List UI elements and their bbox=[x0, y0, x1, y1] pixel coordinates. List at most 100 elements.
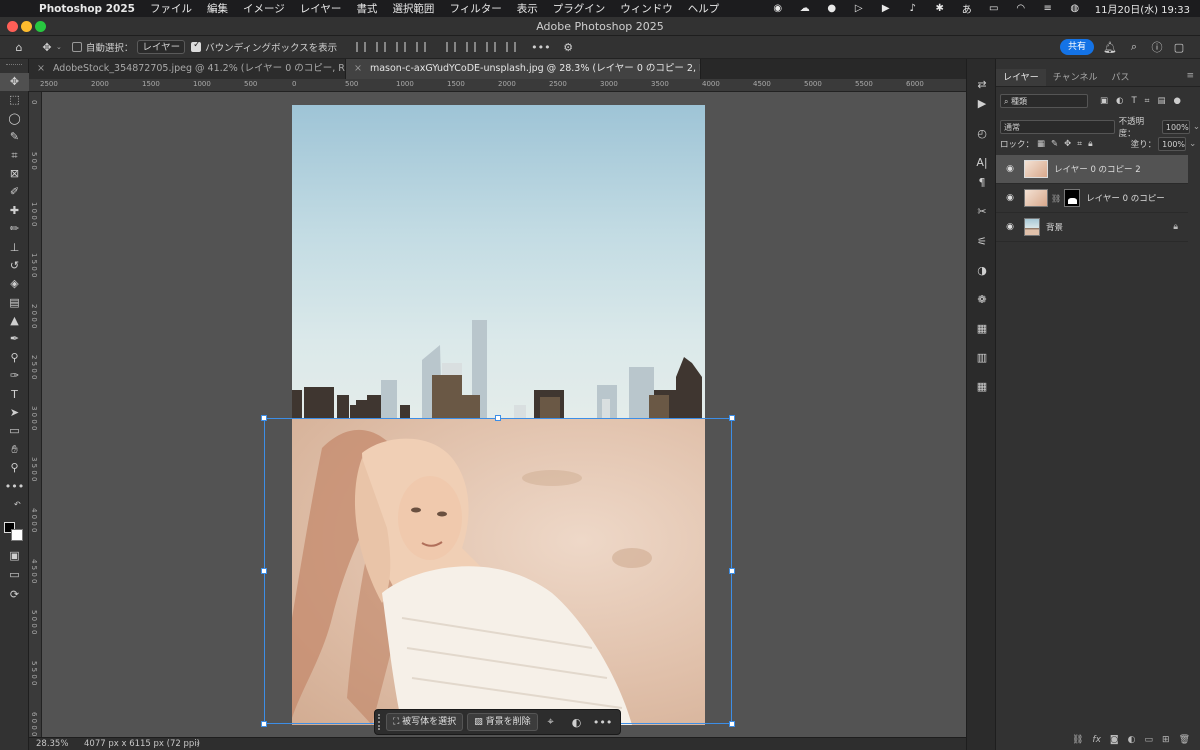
close-tab-icon[interactable]: × bbox=[37, 63, 45, 74]
lock-artboard-icon[interactable]: ⌗ bbox=[1077, 139, 1082, 149]
auto-select-checkbox[interactable] bbox=[71, 42, 82, 52]
clock[interactable]: 11月20日(水) 19:33 bbox=[1095, 1, 1190, 16]
blur-tool-icon[interactable]: ▲ bbox=[0, 312, 29, 330]
color-panel-icon[interactable]: ◑ bbox=[974, 263, 990, 279]
eyedropper-tool-icon[interactable]: ✐ bbox=[0, 183, 29, 201]
swatches-panel-icon[interactable]: ❁ bbox=[974, 292, 990, 308]
visibility-eye-icon[interactable]: ◉ bbox=[1002, 222, 1018, 232]
lock-transparent-icon[interactable]: ▦ bbox=[1037, 139, 1045, 149]
gradients-panel-icon[interactable]: ▥ bbox=[974, 350, 990, 366]
delete-layer-icon[interactable]: 🗑︎ bbox=[1179, 735, 1190, 750]
brave-icon[interactable]: ▷ bbox=[852, 3, 866, 14]
tab-channels[interactable]: チャンネル bbox=[1046, 69, 1105, 86]
transform-handle[interactable] bbox=[729, 568, 735, 574]
document-tab-2[interactable]: × mason-c-axGYudYCoDE-unsplash.jpg @ 28.3… bbox=[346, 59, 701, 79]
lock-icon[interactable]: 🔒︎ bbox=[1173, 222, 1178, 232]
layer-style-icon[interactable]: fx bbox=[1092, 735, 1101, 750]
transform-icon[interactable]: ⌖ bbox=[538, 715, 564, 729]
wifi-icon[interactable]: ◠ bbox=[1014, 3, 1028, 14]
layer-mask-thumbnail[interactable] bbox=[1064, 189, 1081, 207]
menu-edit[interactable]: 編集 bbox=[207, 1, 228, 16]
filter-smart-object-icon[interactable]: ▤ bbox=[1157, 96, 1165, 106]
distribute-vertical-icon[interactable] bbox=[506, 42, 517, 52]
mask-link-icon[interactable]: ⛓ bbox=[1051, 194, 1061, 203]
pen-tool-icon[interactable]: ✑ bbox=[0, 367, 29, 385]
blend-mode-dropdown[interactable]: 通常 bbox=[1000, 120, 1115, 134]
menu-layer[interactable]: レイヤー bbox=[300, 1, 342, 16]
transform-handle[interactable] bbox=[729, 415, 735, 421]
select-subject-button[interactable]: ⛶ 被写体を選択 bbox=[386, 713, 464, 731]
toolbar-grip[interactable] bbox=[6, 64, 22, 67]
edit-toolbar-icon[interactable]: ••• bbox=[0, 478, 29, 496]
quick-selection-tool-icon[interactable]: ✎ bbox=[0, 128, 29, 146]
align-bottom-icon[interactable] bbox=[486, 42, 497, 52]
path-selection-tool-icon[interactable]: ➤ bbox=[0, 404, 29, 422]
filter-pixel-icon[interactable]: ▣ bbox=[1100, 96, 1108, 106]
adjustments-panel-icon[interactable]: ⚟ bbox=[974, 234, 990, 250]
adjustment-layer-icon[interactable]: ◐ bbox=[1128, 735, 1136, 750]
tab-paths[interactable]: パス bbox=[1104, 69, 1136, 86]
app-menu[interactable]: Photoshop 2025 bbox=[39, 3, 135, 15]
rectangle-tool-icon[interactable]: ▭ bbox=[0, 422, 29, 440]
history-brush-tool-icon[interactable]: ↺ bbox=[0, 257, 29, 275]
filter-shape-icon[interactable]: ⌗ bbox=[1145, 96, 1150, 106]
add-mask-icon[interactable]: ◙ bbox=[1110, 735, 1119, 750]
chevron-down-icon[interactable]: ⌄ bbox=[1193, 122, 1200, 132]
layer-name[interactable]: レイヤー 0 のコピー 2 bbox=[1054, 163, 1141, 175]
distribute-icon[interactable] bbox=[416, 42, 427, 52]
tab-layers[interactable]: レイヤー bbox=[996, 69, 1046, 86]
cloud-icon[interactable]: ☁ bbox=[798, 3, 812, 14]
move-tool-preset-icon[interactable]: ✥ bbox=[38, 41, 56, 54]
quick-mask-icon[interactable]: ▣ bbox=[0, 547, 29, 565]
patterns-panel-icon[interactable]: ▦ bbox=[974, 321, 990, 337]
menu-plugins[interactable]: プラグイン bbox=[553, 1, 606, 16]
actions-panel-icon[interactable]: ▶ bbox=[974, 96, 990, 112]
transform-handle[interactable] bbox=[495, 415, 501, 421]
visibility-eye-icon[interactable]: ◉ bbox=[1002, 164, 1018, 174]
menu-type[interactable]: 書式 bbox=[356, 1, 377, 16]
layer-name[interactable]: 背景 bbox=[1046, 221, 1063, 233]
fill-input[interactable]: 100% bbox=[1158, 137, 1187, 151]
hand-tool-icon[interactable]: ✋︎ bbox=[0, 441, 29, 459]
menu-file[interactable]: ファイル bbox=[150, 1, 192, 16]
tool-presets-icon[interactable]: ✂ bbox=[974, 204, 990, 220]
menu-filter[interactable]: フィルター bbox=[449, 1, 501, 16]
lasso-tool-icon[interactable]: ◯ bbox=[0, 110, 29, 128]
lock-pixels-icon[interactable]: ✎ bbox=[1051, 139, 1058, 149]
new-group-icon[interactable]: ▭ bbox=[1145, 735, 1154, 750]
transform-bounding-box[interactable] bbox=[261, 415, 735, 727]
search-icon[interactable]: ⌕ bbox=[1125, 40, 1143, 54]
bounding-box-checkbox[interactable] bbox=[191, 40, 202, 52]
marquee-tool-icon[interactable]: ⬚ bbox=[0, 91, 29, 109]
swap-colors-icon[interactable]: ↶ bbox=[0, 496, 29, 514]
align-top-icon[interactable] bbox=[446, 42, 457, 52]
lock-position-icon[interactable]: ✥ bbox=[1064, 139, 1071, 149]
zoom-tool-icon[interactable]: ⚲ bbox=[0, 459, 29, 477]
help-icon[interactable]: ⓘ bbox=[1148, 39, 1166, 55]
menu-view[interactable]: 表示 bbox=[517, 1, 538, 16]
filter-toggle-icon[interactable]: ● bbox=[1173, 96, 1180, 106]
home-icon[interactable]: ⌂ bbox=[10, 41, 28, 54]
type-tool-icon[interactable]: T bbox=[0, 386, 29, 404]
crop-tool-icon[interactable]: ⌗ bbox=[0, 147, 29, 165]
brush-tool-icon[interactable]: ✏ bbox=[0, 220, 29, 238]
transform-handle[interactable] bbox=[261, 721, 267, 727]
close-tab-icon[interactable]: × bbox=[354, 63, 362, 74]
gradient-tool-icon[interactable]: ▤ bbox=[0, 294, 29, 312]
remove-background-button[interactable]: ▨ 背景を削除 bbox=[467, 713, 538, 731]
clone-stamp-tool-icon[interactable]: ⊥ bbox=[0, 239, 29, 257]
siri-icon[interactable]: ◍ bbox=[1068, 3, 1082, 14]
volume-icon[interactable]: ♪ bbox=[906, 3, 920, 14]
auto-select-target-dropdown[interactable]: レイヤー bbox=[137, 40, 186, 54]
filter-type-icon[interactable]: T bbox=[1131, 96, 1136, 106]
dodge-tool-icon[interactable]: ✒ bbox=[0, 330, 29, 348]
align-right-icon[interactable] bbox=[396, 42, 407, 52]
taskbar-grip[interactable] bbox=[378, 714, 382, 730]
chevron-right-icon[interactable]: › bbox=[196, 739, 199, 749]
input-method-icon[interactable]: あ bbox=[960, 1, 974, 16]
bluetooth-icon[interactable]: ✱ bbox=[933, 3, 947, 14]
lock-all-icon[interactable]: 🔒︎ bbox=[1088, 139, 1093, 149]
filter-adjustment-icon[interactable]: ◐ bbox=[1116, 96, 1123, 106]
document-tab-1[interactable]: × AdobeStock_354872705.jpeg @ 41.2% (レイヤー… bbox=[29, 59, 346, 79]
transform-handle[interactable] bbox=[261, 568, 267, 574]
